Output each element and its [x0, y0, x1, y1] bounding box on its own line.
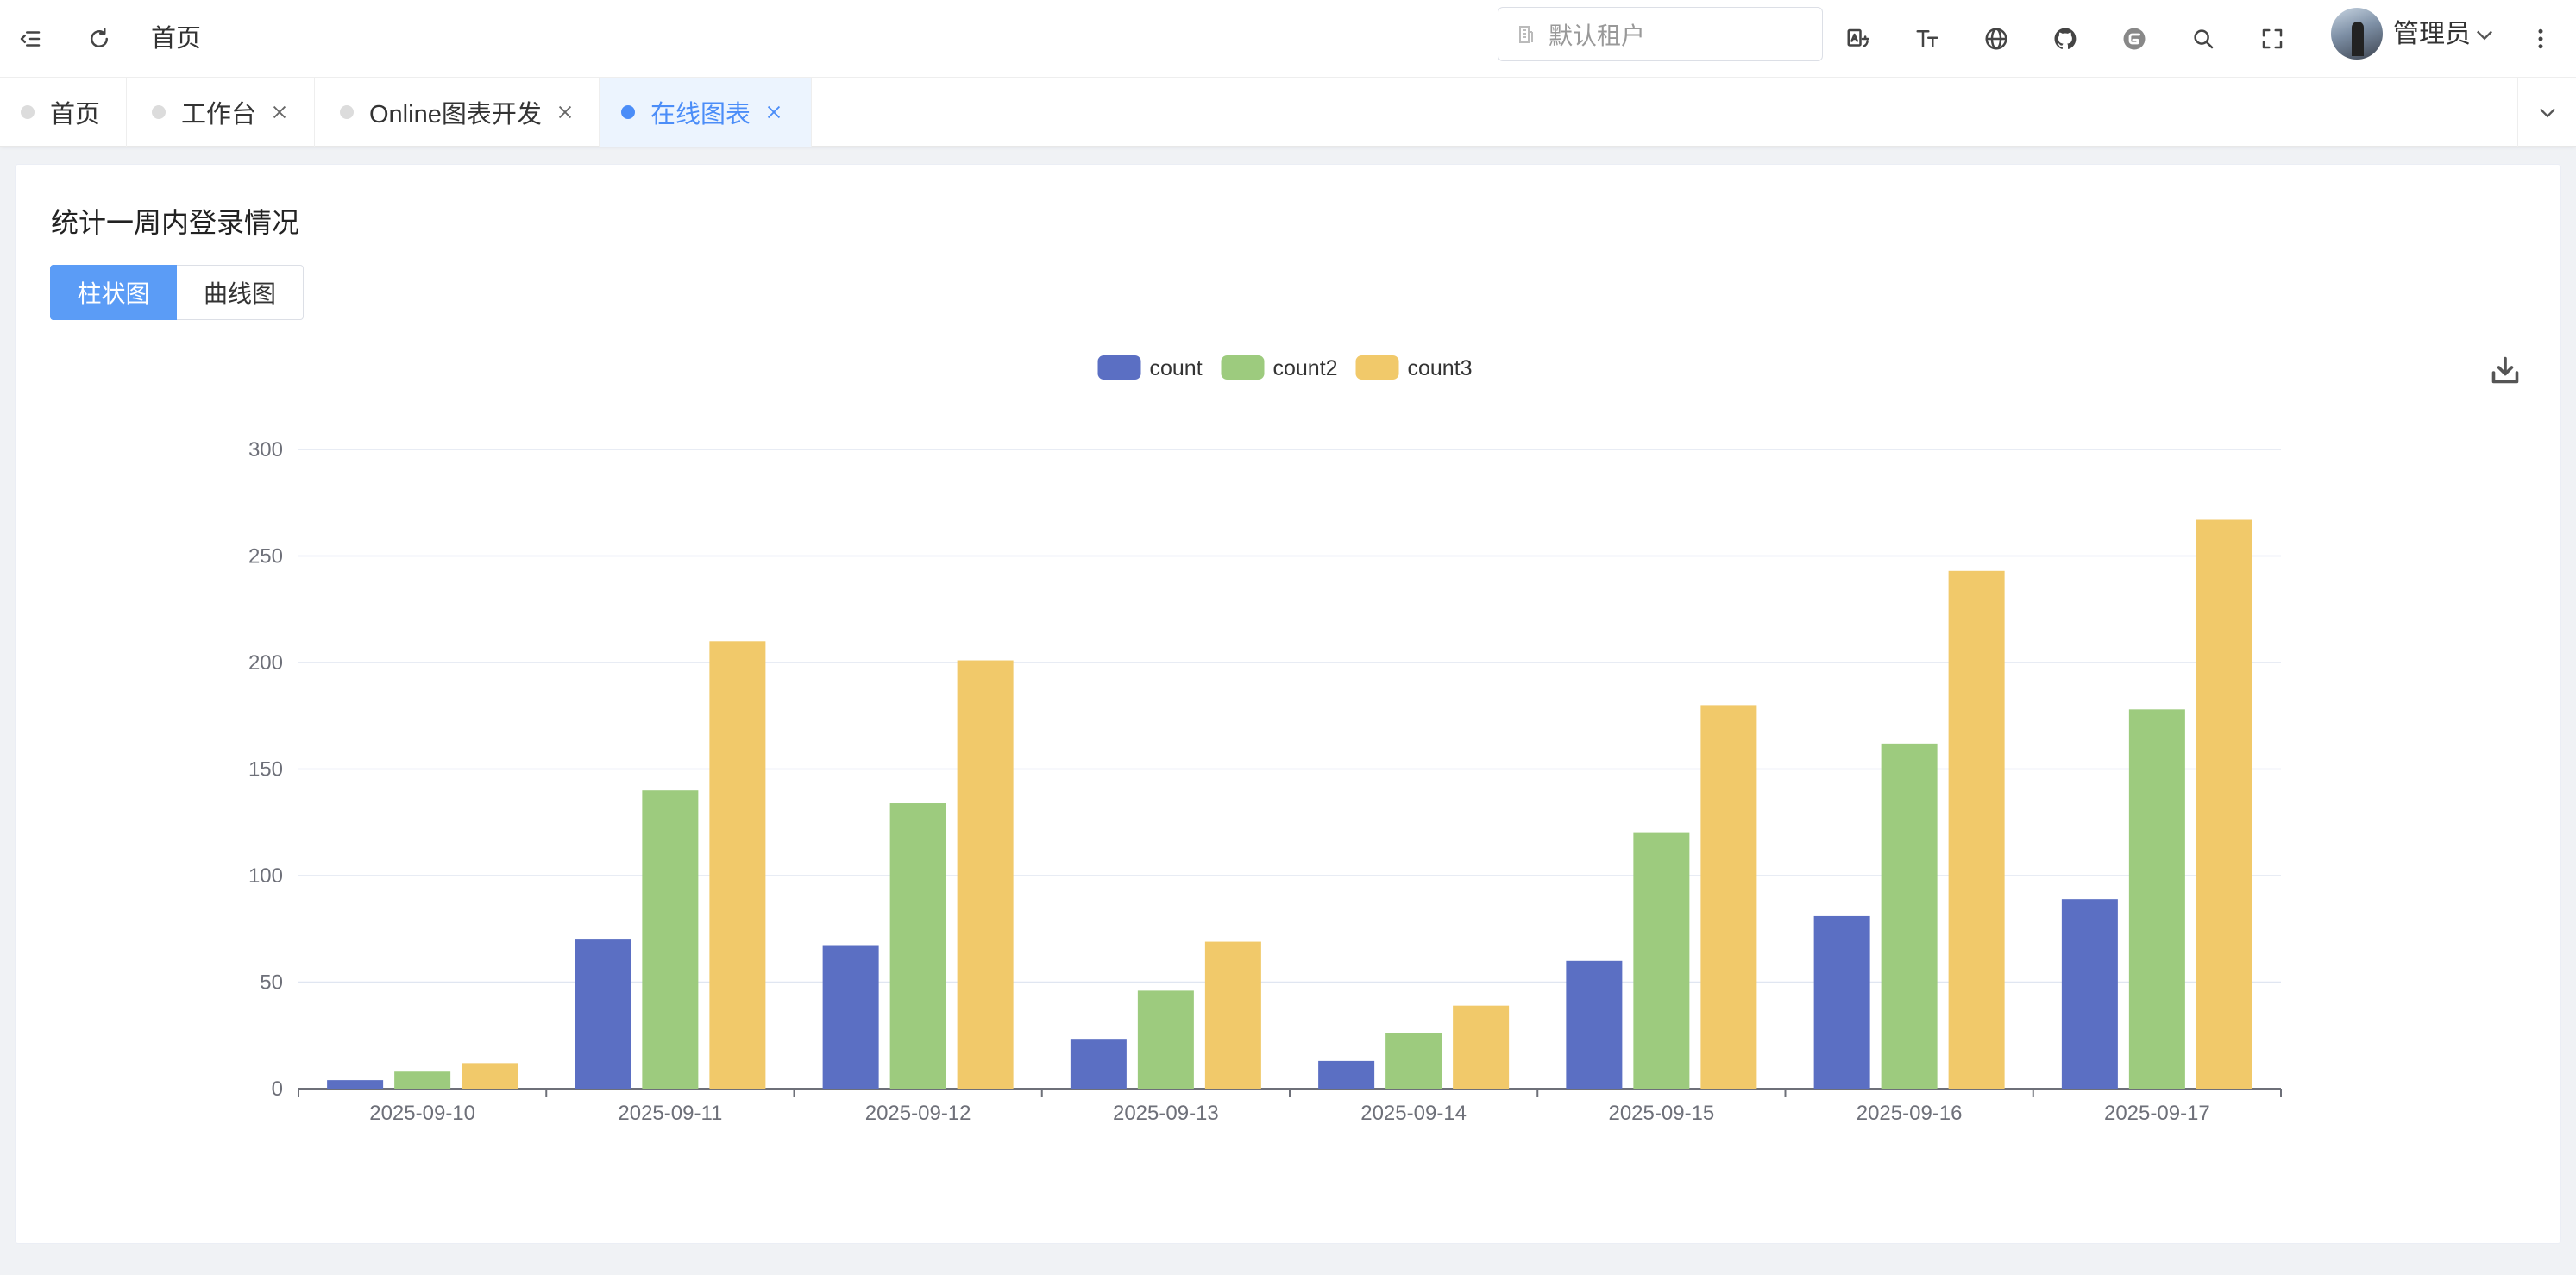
github-icon[interactable]: [2047, 21, 2083, 57]
tenant-placeholder: 默认租户: [1549, 22, 1646, 49]
x-tick-label: 2025-09-13: [1113, 1102, 1219, 1125]
building-icon: [1519, 25, 1533, 43]
bar-count3: [1700, 705, 1757, 1089]
bar-count2: [1633, 832, 1690, 1089]
bar-count3: [1204, 941, 1261, 1089]
bar-count3: [2196, 519, 2252, 1089]
legend-label: count2: [1273, 356, 1338, 380]
bar-count2: [1137, 990, 1194, 1089]
top-header: 首页 默认租户 管理员: [0, 0, 2576, 78]
bar-count: [327, 1080, 384, 1089]
chart-card: 统计一周内登录情况 柱状图 曲线图 0 50 100 150 200 250 300 2025…: [15, 164, 2561, 1244]
close-icon[interactable]: [764, 103, 783, 122]
tenant-select[interactable]: 默认租户: [1498, 7, 1823, 61]
bar-count: [822, 945, 879, 1089]
bar-count3: [957, 660, 1014, 1089]
refresh-icon[interactable]: [81, 21, 117, 57]
search-icon[interactable]: [2185, 21, 2221, 57]
bar-count3: [462, 1063, 518, 1089]
tab-workbench[interactable]: 工作台: [131, 78, 315, 147]
y-tick-label: 100: [248, 864, 283, 888]
x-tick-label: 2025-09-11: [618, 1102, 722, 1125]
x-tick-label: 2025-09-15: [1608, 1102, 1714, 1125]
username[interactable]: 管理员: [2393, 17, 2471, 52]
legend-label: count3: [1408, 356, 1473, 380]
x-tick-label: 2025-09-14: [1360, 1102, 1467, 1125]
bar-count: [1813, 915, 1870, 1089]
tab-online-chart-dev[interactable]: Online图表开发: [319, 78, 600, 147]
chevron-down-icon[interactable]: [2472, 22, 2497, 47]
legend-swatch: [1221, 355, 1265, 380]
tab-dot: [21, 105, 35, 119]
globe-icon[interactable]: [1978, 21, 2014, 57]
gitee-icon[interactable]: [2116, 21, 2152, 57]
legend-swatch: [1355, 355, 1399, 380]
tab-dot: [152, 105, 166, 119]
y-tick-label: 250: [248, 545, 283, 568]
bar-chart: 0 50 100 150 200 250 300 2025-09-10 2025-09-11 20…: [248, 355, 2282, 1125]
y-tick-label: 0: [272, 1077, 283, 1101]
y-tick-label: 150: [248, 758, 283, 782]
bar-count3: [1948, 570, 2005, 1089]
y-tick-label: 50: [260, 971, 283, 995]
tab-label: 工作台: [181, 101, 257, 129]
tab-label: 首页: [50, 101, 101, 129]
bar-count: [575, 939, 631, 1089]
tab-online-chart[interactable]: 在线图表: [600, 78, 812, 147]
x-tick-label: 2025-09-10: [369, 1102, 475, 1125]
bar-count: [1566, 960, 1623, 1089]
y-tick-label: 200: [248, 651, 283, 675]
legend-label: count: [1150, 356, 1203, 380]
tab-bar: 首页 工作台 Online图表开发 在线图表: [0, 78, 2576, 147]
legend-swatch: [1097, 355, 1141, 380]
bar-count2: [1881, 743, 1938, 1089]
x-tick-label: 2025-09-16: [1857, 1102, 1963, 1125]
bar-count3: [709, 641, 766, 1089]
bar-count3: [1453, 1005, 1510, 1089]
bar-count2: [394, 1071, 451, 1089]
close-icon[interactable]: [270, 103, 289, 122]
bar-count2: [642, 790, 699, 1089]
bar-count: [1318, 1060, 1375, 1089]
bar-count2: [889, 803, 946, 1089]
x-tick-label: 2025-09-17: [2104, 1102, 2210, 1125]
tab-label: Online图表开发: [369, 101, 542, 129]
tabs-more-chevron-icon[interactable]: [2517, 78, 2576, 147]
close-icon[interactable]: [556, 103, 575, 122]
avatar[interactable]: [2331, 8, 2383, 60]
bar-count2: [2128, 709, 2185, 1089]
bar-count2: [1385, 1033, 1442, 1089]
menu-fold-icon[interactable]: [12, 21, 48, 57]
breadcrumb[interactable]: 首页: [151, 19, 201, 59]
tab-home[interactable]: 首页: [0, 78, 127, 147]
x-tick-label: 2025-09-12: [865, 1102, 971, 1125]
fullscreen-icon[interactable]: [2254, 21, 2290, 57]
tab-dot: [340, 105, 354, 119]
bar-count: [2061, 899, 2118, 1089]
tab-dot: [621, 105, 635, 119]
font-size-icon[interactable]: [1909, 21, 1945, 57]
bar-count: [1070, 1039, 1127, 1089]
more-vertical-icon[interactable]: [2523, 21, 2559, 57]
tab-label: 在线图表: [650, 101, 751, 129]
y-tick-label: 300: [248, 438, 283, 462]
translate-icon[interactable]: [1840, 21, 1876, 57]
